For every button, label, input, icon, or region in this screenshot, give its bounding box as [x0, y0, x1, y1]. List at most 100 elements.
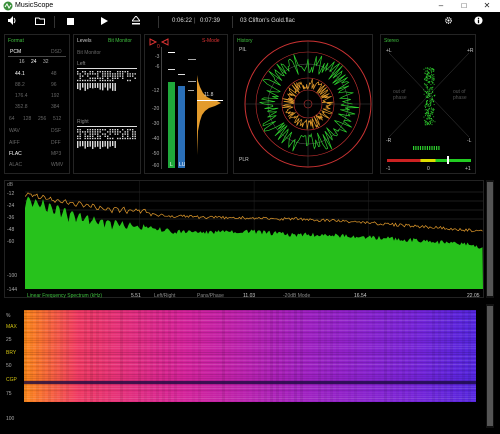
bit-cell: [132, 133, 134, 135]
bit-cell: [129, 75, 131, 77]
bit-bar: [112, 83, 114, 91]
stereo-dot: [430, 68, 432, 70]
bit-cell: [112, 137, 114, 140]
bit-cell: [124, 137, 126, 140]
stereo-dot: [425, 113, 427, 115]
open-folder-icon[interactable]: [32, 15, 48, 29]
stereo-dot: [429, 100, 431, 102]
bit-cell: [84, 137, 86, 140]
bit-cell: [97, 135, 99, 137]
stereo-dot: [426, 113, 428, 115]
bit-cell: [112, 129, 114, 131]
bit-cell: [112, 75, 114, 77]
bit-cell: [129, 73, 131, 75]
bit-cell: [104, 73, 106, 75]
sg-ytick-50: 50: [6, 363, 12, 369]
spectrogram-column: [90, 310, 93, 402]
peak-value: 11.8: [204, 92, 214, 98]
rate-352: 352.8: [15, 104, 28, 110]
rate-96: 96: [51, 82, 57, 88]
spec-ytick-144: -144: [7, 287, 18, 293]
stereo-panel: Stereo +L +R -R -L out of phase out of p…: [380, 34, 476, 174]
bit-cell: [134, 77, 136, 79]
bit-cell: [122, 133, 124, 135]
spectrogram-column: [360, 310, 363, 402]
bit-cell: [99, 129, 101, 131]
bit-cell: [107, 77, 109, 79]
speaker-icon[interactable]: [4, 15, 20, 29]
bits-24: 24: [31, 59, 37, 65]
stereo-dot: [429, 81, 430, 82]
bit-cell: [92, 129, 94, 131]
spectrogram-column: [138, 310, 141, 402]
spectrogram-column: [276, 310, 279, 402]
correlation-tick: [413, 146, 415, 150]
history-pil-trace: [259, 54, 360, 152]
rate-44: 44.1: [15, 71, 25, 77]
db-label: dB: [7, 182, 14, 188]
bit-cell: [77, 79, 79, 82]
bit-bar: [104, 141, 106, 147]
stereo-dot: [428, 123, 430, 125]
stereo-dot: [425, 77, 427, 79]
spec-ytick-36: -36: [7, 215, 15, 221]
minus20db-mode[interactable]: -20dB Mode: [283, 293, 310, 299]
stereo-dot: [426, 83, 428, 85]
stereo-dot: [425, 124, 427, 126]
bit-cell: [89, 133, 91, 135]
pans-phase-mode[interactable]: Pans/Phase: [197, 293, 224, 299]
spectrogram-scrollbar[interactable]: [486, 304, 494, 428]
bit-cell: [122, 73, 124, 75]
bit-cell: [79, 135, 81, 137]
play-button[interactable]: [96, 15, 112, 29]
stereo-dot: [433, 77, 435, 79]
bit-cell: [84, 79, 86, 82]
bit-cell: [112, 79, 114, 82]
bit-cell: [127, 129, 129, 131]
stereo-dot: [431, 68, 433, 70]
stereo-dot: [425, 95, 427, 97]
maximize-button[interactable]: □: [453, 0, 475, 12]
settings-gear-icon[interactable]: [440, 15, 456, 29]
bit-cell: [112, 73, 114, 75]
stereo-dot: [425, 105, 427, 107]
stereo-dot: [430, 102, 431, 104]
spectrogram-column: [150, 310, 153, 402]
bit-bar: [82, 83, 84, 88]
spectrogram-column: [324, 310, 327, 402]
bit-cell: [102, 129, 104, 131]
bit-cell: [114, 131, 116, 133]
bit-cell: [89, 129, 91, 131]
spectrogram-column: [126, 310, 129, 402]
bit-bar: [79, 83, 81, 91]
stereo-dot: [431, 87, 433, 88]
stereo-dot: [431, 118, 432, 119]
bit-bar: [114, 141, 116, 148]
bit-monitor-tab[interactable]: Bit Monitor: [108, 38, 132, 44]
bit-cell: [132, 131, 134, 133]
minimize-button[interactable]: –: [430, 0, 452, 12]
info-icon[interactable]: [470, 15, 486, 29]
bit-cell: [97, 133, 99, 135]
dsd-64: 64: [9, 116, 15, 122]
left-right-mode[interactable]: Left/Right: [154, 293, 175, 299]
s-mode-label[interactable]: S-Mode: [202, 38, 220, 44]
stereo-dot: [433, 109, 435, 110]
bit-cell: [87, 73, 89, 75]
spectrum-scrollbar[interactable]: [486, 180, 494, 298]
close-button[interactable]: ✕: [476, 0, 498, 12]
bit-cell: [94, 137, 96, 140]
bit-cell: [109, 79, 111, 82]
eject-icon[interactable]: [128, 15, 144, 29]
levels-title: Levels: [77, 38, 92, 44]
spectrum-scroll-thumb[interactable]: [487, 182, 493, 296]
bit-cell: [124, 133, 126, 135]
spectrogram-column: [60, 310, 63, 402]
stereo-dot: [429, 69, 431, 70]
sg-ytick-75: 75: [6, 391, 12, 397]
type-dsf: DSF: [51, 128, 61, 134]
stereo-dot: [429, 93, 430, 94]
spectrogram-column: [246, 310, 249, 402]
stop-button[interactable]: [62, 15, 78, 29]
spectrogram-scroll-thumb[interactable]: [487, 306, 493, 426]
